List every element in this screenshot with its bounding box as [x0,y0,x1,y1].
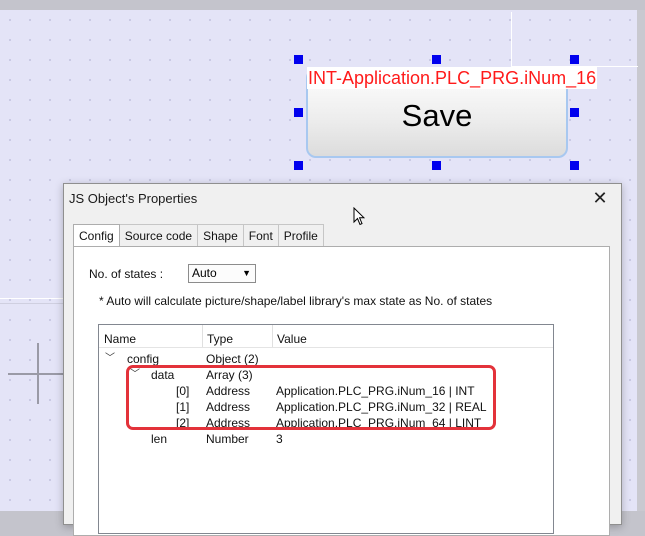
selection-handle-left[interactable] [294,108,303,117]
column-separator[interactable] [202,325,203,347]
window-top-strip [0,0,645,10]
selection-handle-top-right[interactable] [570,55,579,64]
tab-source-code[interactable]: Source code [118,224,199,246]
tab-bar: Config Source code Shape Font Profile [73,224,324,246]
selection-handle-bottom-left[interactable] [294,161,303,170]
states-note: * Auto will calculate picture/shape/labe… [99,294,493,308]
mouse-cursor-icon [353,207,365,226]
annotation-highlight-box [126,365,496,430]
chevron-down-icon[interactable]: ﹀ [105,351,115,367]
selection-handle-bottom[interactable] [432,161,441,170]
tab-config[interactable]: Config [73,224,120,246]
tab-font[interactable]: Font [242,224,279,246]
bound-variable-label: INT-Application.PLC_PRG.iNum_16 [307,67,598,89]
crosshair-marker-vertical [37,343,39,404]
states-select-value: Auto [192,266,217,280]
row-type: Number [206,432,249,446]
chevron-down-icon: ▼ [242,268,251,278]
save-button-label: Save [401,98,473,133]
selection-handle-top[interactable] [432,55,441,64]
states-select[interactable]: Auto ▼ [188,264,256,283]
row-name: len [151,432,168,446]
tree-header: Name Type Value [99,325,553,348]
header-name[interactable]: Name [104,332,136,346]
header-type[interactable]: Type [207,332,233,346]
header-value[interactable]: Value [277,332,307,346]
selection-handle-top-left[interactable] [294,55,303,64]
states-label: No. of states : [89,267,164,281]
selection-handle-bottom-right[interactable] [570,161,579,170]
selection-handle-right[interactable] [570,108,579,117]
close-icon[interactable]: ✕ [589,188,611,210]
tab-profile[interactable]: Profile [277,224,324,246]
canvas-right-edge [637,10,645,511]
tab-shape[interactable]: Shape [197,224,244,246]
properties-dialog: JS Object's Properties ✕ Config Source c… [63,183,622,536]
canvas-guide-line [0,298,66,299]
tree-row-len[interactable]: len Number 3 [99,431,553,447]
dialog-title: JS Object's Properties [69,191,198,206]
column-separator[interactable] [272,325,273,347]
canvas-guide-line [0,303,66,304]
row-value: 3 [276,432,283,446]
